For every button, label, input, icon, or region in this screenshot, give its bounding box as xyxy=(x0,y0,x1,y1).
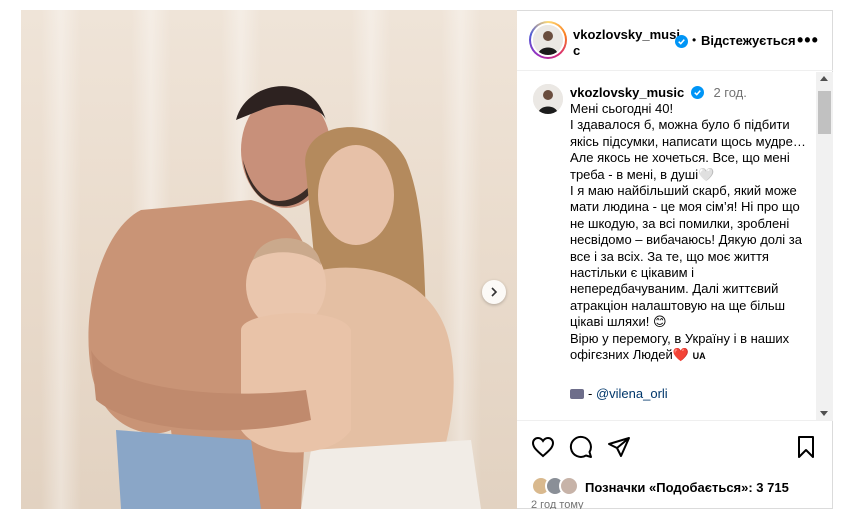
post-actions: Позначки «Подобається»: 3 715 2 год тому xyxy=(517,420,833,509)
following-button[interactable]: Відстежується xyxy=(701,33,796,48)
post-header: vkozlovsky_music • Відстежується ••• xyxy=(517,11,833,71)
tag-prefix: - xyxy=(588,386,596,401)
chevron-right-icon xyxy=(491,287,498,297)
verified-icon xyxy=(690,86,704,99)
share-icon[interactable] xyxy=(607,435,631,459)
flag-text: UA xyxy=(692,351,706,362)
caption-tag-line: - @vilena_orli xyxy=(570,385,668,402)
likes-row: Позначки «Подобається»: 3 715 xyxy=(531,476,821,498)
scroll-up-arrow[interactable] xyxy=(820,76,828,81)
likes-count[interactable]: Позначки «Подобається»: 3 715 xyxy=(585,480,789,495)
comment-icon[interactable] xyxy=(569,435,593,459)
posted-time[interactable]: 2 год тому xyxy=(531,499,584,509)
caption-timestamp[interactable]: 2 год. xyxy=(713,85,746,100)
heart-icon[interactable] xyxy=(531,435,555,459)
caption-scroll-area[interactable]: vkozlovsky_music 2 год. Мені сьогодні 40… xyxy=(517,72,817,420)
caption-scrollbar[interactable] xyxy=(816,72,833,420)
verified-icon xyxy=(675,33,688,51)
bookmark-icon[interactable] xyxy=(794,435,818,459)
author-avatar[interactable] xyxy=(529,21,567,59)
caption-avatar[interactable] xyxy=(533,84,563,114)
post-side-panel: vkozlovsky_music • Відстежується ••• vko… xyxy=(517,10,833,509)
caption-header: vkozlovsky_music 2 год. xyxy=(570,84,747,101)
more-icon[interactable]: ••• xyxy=(797,31,819,49)
camera-icon xyxy=(570,389,584,399)
caption-text: Мені сьогодні 40! І здавалося б, можна б… xyxy=(570,101,806,363)
scroll-down-arrow[interactable] xyxy=(820,411,828,416)
scroll-thumb[interactable] xyxy=(818,91,831,134)
mention-link[interactable]: @vilena_orli xyxy=(596,386,668,401)
header-separator-dot: • xyxy=(692,33,697,47)
caption-username[interactable]: vkozlovsky_music xyxy=(570,85,684,100)
post-photo xyxy=(21,10,517,509)
liker-avatar[interactable] xyxy=(559,476,579,496)
next-photo-button[interactable] xyxy=(482,280,506,304)
family-photo-illustration xyxy=(88,86,481,509)
header-username[interactable]: vkozlovsky_music xyxy=(573,27,685,59)
